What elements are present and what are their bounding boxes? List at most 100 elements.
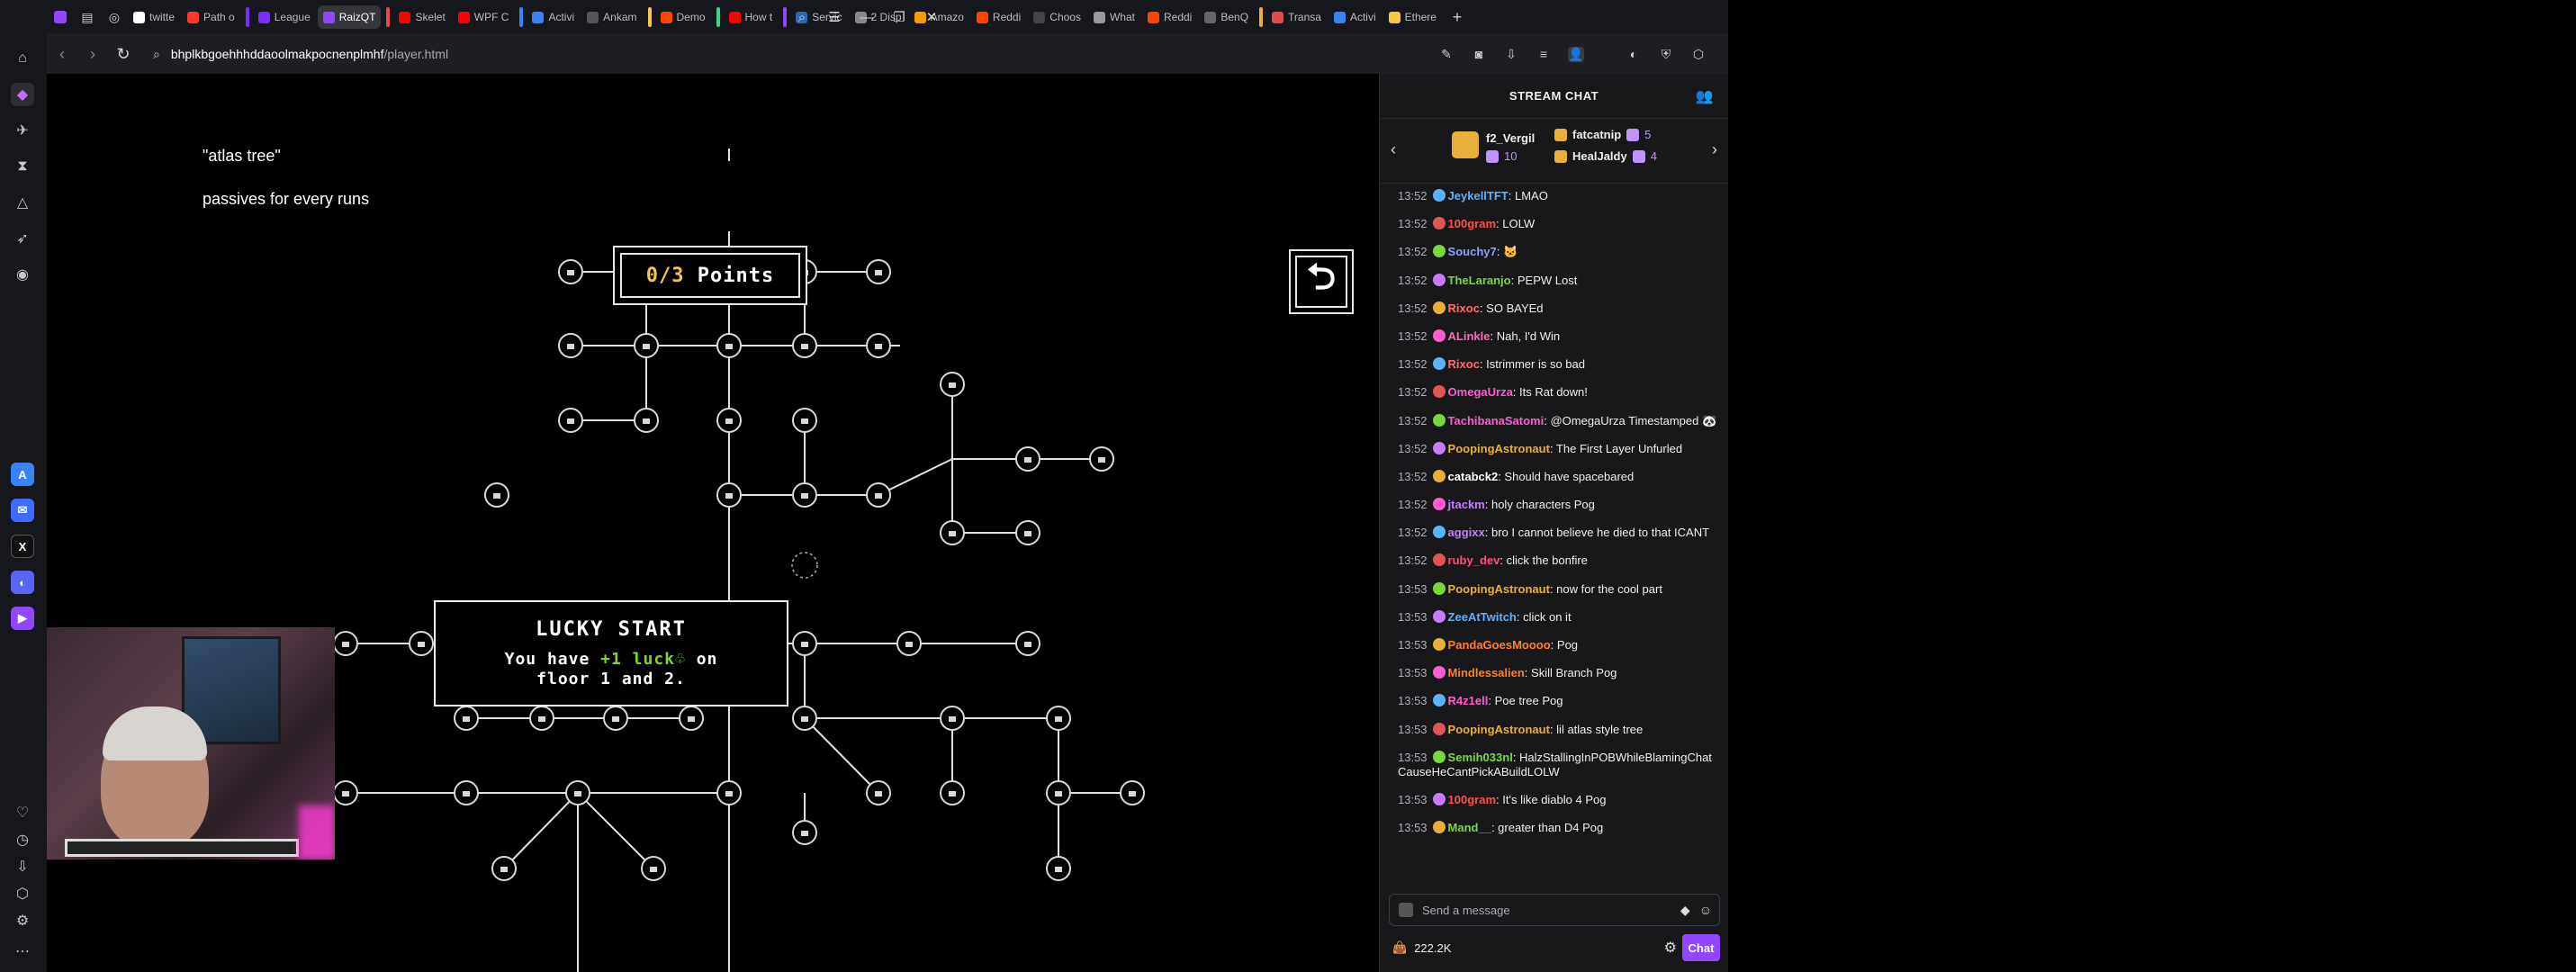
chat-badge-icon[interactable]: [1432, 821, 1446, 834]
sun-node-icon[interactable]: [791, 552, 818, 579]
snap-icon[interactable]: ☰: [826, 9, 842, 25]
edit-icon[interactable]: ✎: [1438, 47, 1455, 62]
easy-setup-icon[interactable]: ≡: [1536, 47, 1552, 61]
tab-group-indicator[interactable]: [1259, 7, 1264, 27]
browser-tab[interactable]: Ankam: [581, 5, 642, 29]
browser-tab[interactable]: Transa: [1266, 5, 1327, 29]
forward-nav-button[interactable]: ›: [77, 45, 108, 64]
chat-badge-icon[interactable]: [1432, 722, 1446, 735]
rocket-icon[interactable]: ➶: [11, 227, 34, 250]
chat-badge-icon[interactable]: [1432, 217, 1446, 230]
tree-nodes[interactable]: [333, 259, 1145, 881]
chat-input[interactable]: Send a message ◆ ☺: [1389, 894, 1720, 926]
chat-send-button[interactable]: Chat: [1682, 934, 1720, 961]
more-icon[interactable]: ⋯: [11, 940, 34, 963]
message-username[interactable]: JeykellTFT: [1448, 189, 1509, 202]
app-aria-icon[interactable]: A: [11, 463, 34, 486]
browser-tab[interactable]: Reddi: [971, 5, 1026, 29]
message-username[interactable]: PandaGoesMoooo: [1448, 638, 1551, 652]
hourglass-icon[interactable]: ⧗: [11, 155, 34, 178]
chat-identity-icon[interactable]: [1399, 903, 1413, 917]
message-username[interactable]: Mand__: [1448, 821, 1491, 834]
browser-tab[interactable]: Choos: [1028, 5, 1086, 29]
message-username[interactable]: Semih033nl: [1448, 751, 1513, 764]
chat-badge-icon[interactable]: [1432, 526, 1446, 539]
video-player[interactable]: "atlas tree" passives for every runs 0 /…: [47, 74, 1379, 972]
channel-points-icon[interactable]: 👜: [1392, 940, 1407, 955]
message-username[interactable]: ZeeAtTwitch: [1448, 610, 1517, 624]
message-username[interactable]: aggixx: [1448, 526, 1485, 539]
message-username[interactable]: PoopingAstronaut: [1448, 723, 1550, 736]
back-nav-button[interactable]: ‹: [47, 45, 77, 64]
browser-tab[interactable]: twitte: [128, 5, 180, 29]
message-username[interactable]: ruby_dev: [1448, 554, 1500, 567]
message-username[interactable]: jtackm: [1448, 498, 1485, 511]
chat-badge-icon[interactable]: [1432, 385, 1446, 399]
extension-shield-icon[interactable]: ⛨: [1658, 47, 1674, 62]
history-clock-icon[interactable]: ◷: [11, 828, 34, 851]
message-username[interactable]: Souchy7: [1448, 245, 1497, 258]
leaderboard-prev-icon[interactable]: ‹: [1391, 140, 1396, 159]
downloads-icon[interactable]: ⇩: [11, 855, 34, 878]
ai-icon[interactable]: ◉: [11, 263, 34, 286]
message-username[interactable]: ALinkle: [1448, 329, 1491, 343]
tab-group-indicator[interactable]: [783, 7, 788, 27]
emote-picker-icon[interactable]: ☺: [1699, 903, 1712, 918]
message-username[interactable]: TheLaranjo: [1448, 274, 1511, 287]
browser-tab[interactable]: Activi: [527, 5, 580, 29]
url-field[interactable]: ⌕ bhplkbgoehhhddaoolmakpocnenplmhf/playe…: [153, 47, 448, 62]
new-doc-icon[interactable]: ▤: [74, 0, 101, 34]
messenger-icon[interactable]: ✉: [11, 499, 34, 522]
gifter-1[interactable]: f2_Vergil: [1486, 131, 1535, 145]
camera-icon[interactable]: ◙: [1471, 47, 1487, 61]
message-username[interactable]: PoopingAstronaut: [1448, 582, 1550, 596]
chat-badge-icon[interactable]: [1432, 694, 1446, 707]
chat-badge-icon[interactable]: [1432, 328, 1446, 342]
message-username[interactable]: R4z1ell: [1448, 694, 1489, 707]
speed-dial-icon[interactable]: ◆: [11, 83, 34, 106]
close-button[interactable]: ✕: [923, 9, 940, 25]
discord-icon[interactable]: ◐: [11, 571, 34, 594]
restore-button[interactable]: ❐: [891, 9, 907, 25]
browser-tab[interactable]: RaizQT: [317, 5, 382, 29]
chat-settings-icon[interactable]: ⚙: [1664, 939, 1677, 957]
gifter-3[interactable]: HealJaldy 4: [1554, 149, 1657, 163]
search-tabs-icon[interactable]: ⌕: [794, 10, 810, 25]
reload-button[interactable]: ↻: [108, 45, 139, 64]
chat-badge-icon[interactable]: [1432, 413, 1446, 427]
extension-icon-1[interactable]: ◐: [1626, 47, 1642, 61]
chat-badge-icon[interactable]: [1432, 609, 1446, 623]
favorites-heart-icon[interactable]: ♡: [11, 801, 34, 824]
chat-badge-icon[interactable]: [1432, 273, 1446, 286]
browser-tab[interactable]: Reddi: [1142, 5, 1197, 29]
browser-tab[interactable]: How t: [724, 5, 779, 29]
download-icon[interactable]: ⇩: [1503, 47, 1519, 62]
workspace-icon[interactable]: [47, 0, 74, 34]
bits-icon[interactable]: ◆: [1680, 903, 1690, 918]
chat-badge-icon[interactable]: [1432, 189, 1446, 202]
chat-badge-icon[interactable]: [1432, 469, 1446, 482]
chat-badge-icon[interactable]: [1432, 666, 1446, 680]
browser-tab[interactable]: WPF C: [453, 5, 515, 29]
chat-badge-icon[interactable]: [1432, 357, 1446, 371]
browser-tab[interactable]: League: [253, 5, 316, 29]
chat-badge-icon[interactable]: [1432, 301, 1446, 314]
flow-icon[interactable]: ✈: [11, 119, 34, 142]
browser-tab[interactable]: Activi: [1329, 5, 1382, 29]
gifter-2[interactable]: fatcatnip 5: [1554, 128, 1651, 141]
browser-tab[interactable]: What: [1088, 5, 1140, 29]
tab-group-indicator[interactable]: [716, 7, 720, 27]
minimize-button[interactable]: —: [859, 10, 875, 25]
message-username[interactable]: TachibanaSatomi: [1448, 414, 1545, 428]
chat-badge-icon[interactable]: [1432, 638, 1446, 651]
message-username[interactable]: catabck2: [1448, 470, 1499, 483]
extensions-cube-icon[interactable]: ⬡: [11, 882, 34, 905]
message-username[interactable]: Rixoc: [1448, 357, 1480, 371]
chat-badge-icon[interactable]: [1432, 554, 1446, 567]
browser-tab[interactable]: Ethere: [1383, 5, 1442, 29]
settings-gear-icon[interactable]: ⚙: [11, 909, 34, 932]
message-username[interactable]: PoopingAstronaut: [1448, 442, 1550, 455]
return-button[interactable]: ⮌: [1289, 249, 1354, 314]
chat-badge-icon[interactable]: [1432, 792, 1446, 806]
message-username[interactable]: Rixoc: [1448, 302, 1480, 315]
